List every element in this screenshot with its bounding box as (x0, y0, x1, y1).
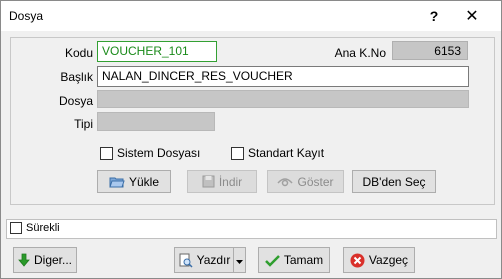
save-icon (202, 175, 215, 188)
yazdir-dropdown-button[interactable] (233, 247, 246, 273)
goster-label: Göster (297, 174, 334, 189)
vazgec-label: Vazgeç (368, 253, 409, 267)
yazdir-label: Yazdır (196, 253, 231, 267)
eye-icon (277, 176, 294, 188)
checkbox-box[interactable] (100, 146, 113, 160)
indir-label: İndir (218, 174, 243, 189)
sistem-dosyasi-label: Sistem Dosyası (117, 146, 201, 160)
print-preview-icon (178, 253, 193, 268)
kodu-label: Kodu (64, 46, 93, 60)
sistem-dosyasi-checkbox[interactable]: Sistem Dosyası (100, 146, 200, 160)
ana-kno-field: 6153 (392, 41, 468, 60)
baslik-field[interactable]: NALAN_DINCER_RES_VOUCHER (97, 66, 469, 87)
tipi-field (97, 112, 215, 131)
indir-button[interactable]: İndir (187, 170, 257, 193)
diger-label: Diger... (33, 253, 72, 267)
arrow-down-icon (18, 253, 30, 267)
tamam-label: Tamam (283, 253, 324, 267)
vazgec-button[interactable]: Vazgeç (343, 247, 415, 273)
chevron-down-icon (236, 253, 243, 267)
dbden-sec-button[interactable]: DB'den Seç (352, 170, 436, 193)
help-button[interactable]: ? (419, 3, 449, 29)
tipi-label: Tipi (74, 117, 93, 131)
surekli-label: Sürekli (26, 222, 60, 234)
diger-button[interactable]: Diger... (13, 247, 77, 273)
dosya-label: Dosya (58, 94, 93, 108)
kodu-field[interactable]: VOUCHER_101 (97, 41, 217, 62)
yukle-label: Yükle (128, 174, 160, 189)
standart-kayit-checkbox[interactable]: Standart Kayıt (231, 146, 324, 160)
standart-kayit-label: Standart Kayıt (248, 146, 325, 160)
checkbox-box[interactable] (10, 222, 22, 234)
checkmark-icon (264, 254, 280, 267)
status-bar: Sürekli (6, 219, 497, 239)
dosya-dialog: Dosya ? ✕ Kodu VOUCHER_101 Ana K.No 6153… (0, 0, 502, 279)
ana-kno-label: Ana K.No (334, 46, 386, 60)
yukle-button[interactable]: Yükle (97, 170, 171, 193)
baslik-label: Başlık (60, 70, 93, 84)
surekli-checkbox[interactable]: Sürekli (10, 222, 60, 234)
window-title: Dosya (9, 9, 44, 23)
folder-open-icon (109, 175, 125, 189)
title-bar: Dosya ? ✕ (1, 1, 501, 31)
goster-button[interactable]: Göster (267, 170, 344, 193)
tamam-button[interactable]: Tamam (258, 247, 330, 273)
yazdir-button[interactable]: Yazdır (174, 247, 234, 273)
close-button[interactable]: ✕ (457, 3, 487, 29)
checkbox-box[interactable] (231, 146, 244, 160)
cancel-icon (350, 253, 365, 268)
dbden-sec-label: DB'den Seç (362, 174, 426, 189)
form-panel: Kodu VOUCHER_101 Ana K.No 6153 Başlık NA… (10, 37, 495, 205)
dosya-field (97, 90, 469, 108)
